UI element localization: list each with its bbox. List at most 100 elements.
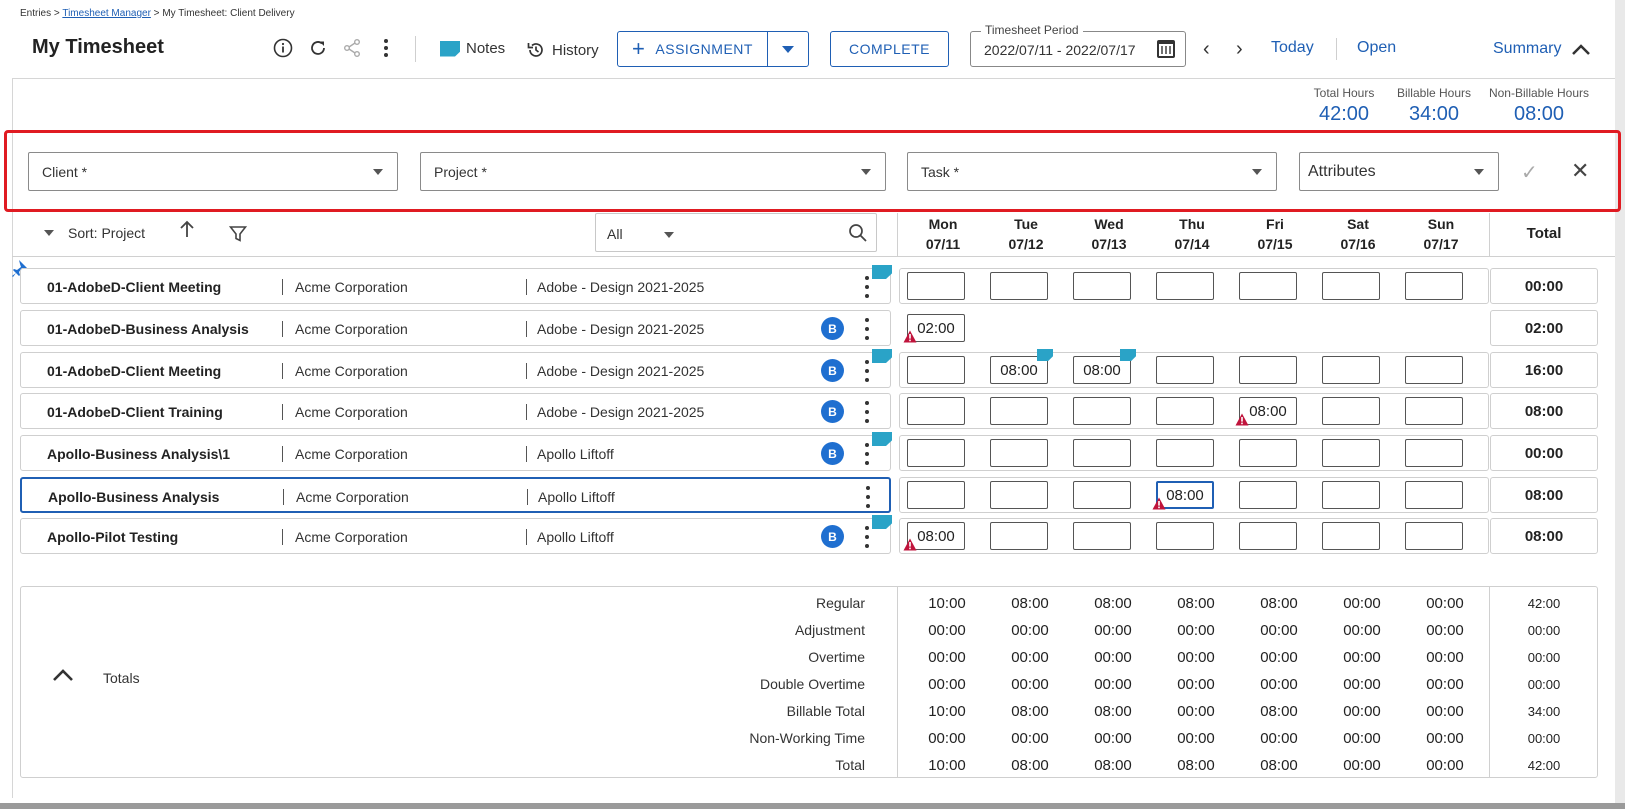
hours-input[interactable]	[1156, 397, 1214, 425]
hours-input[interactable]	[1073, 439, 1131, 467]
hours-input[interactable]	[1322, 272, 1380, 300]
row-more-options-icon[interactable]	[864, 526, 870, 548]
sort-label[interactable]: Sort: Project	[68, 225, 145, 241]
timesheet-row[interactable]: 01-AdobeD-Client Meeting Acme Corporation…	[20, 265, 892, 304]
hours-input[interactable]: 08:00	[990, 349, 1053, 384]
row-more-options-icon[interactable]	[864, 443, 870, 465]
day-name: Thu	[1179, 216, 1205, 232]
warning-icon	[903, 330, 917, 343]
hours-input[interactable]	[1405, 522, 1463, 550]
chevron-down-icon[interactable]	[664, 232, 674, 238]
hours-input[interactable]	[1322, 397, 1380, 425]
hours-input[interactable]	[990, 397, 1048, 425]
summary-toggle[interactable]: Summary	[1493, 40, 1591, 58]
hours-input[interactable]	[907, 356, 965, 384]
filter-icon[interactable]	[228, 225, 248, 243]
hours-input[interactable]	[1322, 356, 1380, 384]
hours-input[interactable]	[990, 481, 1048, 509]
breadcrumb-entries[interactable]: Entries	[20, 8, 51, 19]
totals-cell: 00:00	[1011, 622, 1049, 639]
share-icon[interactable]	[341, 37, 363, 59]
hours-input[interactable]	[990, 272, 1048, 300]
hours-input[interactable]	[1239, 356, 1297, 384]
timesheet-row[interactable]: 01-AdobeD-Client Meeting Acme Corporation…	[20, 349, 892, 388]
complete-button[interactable]: COMPLETE	[830, 31, 949, 67]
hours-input[interactable]	[1322, 481, 1380, 509]
attributes-select[interactable]: Attributes	[1299, 152, 1499, 191]
hours-input[interactable]	[1156, 356, 1214, 384]
hours-input[interactable]	[1073, 522, 1131, 550]
hours-input[interactable]	[1239, 522, 1297, 550]
billable-hours-label: Billable Hours	[1396, 86, 1472, 100]
row-note-icon[interactable]	[872, 265, 892, 279]
project-select[interactable]: Project *	[420, 152, 886, 191]
history-button[interactable]: History	[526, 40, 599, 60]
hours-input[interactable]	[1405, 272, 1463, 300]
task-select[interactable]: Task *	[907, 152, 1277, 191]
hours-input[interactable]	[990, 439, 1048, 467]
hours-input[interactable]	[1073, 397, 1131, 425]
hours-input[interactable]	[907, 481, 965, 509]
more-options-icon[interactable]	[375, 37, 397, 59]
info-icon[interactable]	[272, 37, 294, 59]
hours-input[interactable]	[1405, 439, 1463, 467]
day-header-wed: Wed 07/13	[1067, 214, 1151, 254]
hours-input[interactable]	[907, 397, 965, 425]
search-icon[interactable]	[848, 223, 868, 243]
next-period-icon[interactable]: ›	[1236, 38, 1243, 61]
hours-input[interactable]	[1239, 272, 1297, 300]
row-client-name: Acme Corporation	[282, 404, 408, 420]
timesheet-period-label: Timesheet Period	[981, 23, 1083, 37]
row-more-options-icon[interactable]	[864, 276, 870, 298]
timesheet-row[interactable]: 01-AdobeD-Business Analysis Acme Corporat…	[20, 310, 891, 346]
hours-input[interactable]	[907, 272, 965, 300]
row-note-icon[interactable]	[872, 432, 892, 446]
hours-input[interactable]	[1322, 439, 1380, 467]
hours-input[interactable]	[1405, 356, 1463, 384]
collapse-caret-icon[interactable]	[44, 230, 54, 236]
hours-input[interactable]	[1239, 481, 1297, 509]
refresh-icon[interactable]	[307, 37, 329, 59]
hours-input[interactable]	[1156, 272, 1214, 300]
timesheet-row[interactable]: 01-AdobeD-Client Training Acme Corporatio…	[20, 393, 891, 429]
hours-input[interactable]	[1322, 522, 1380, 550]
timesheet-row[interactable]: Apollo-Pilot Testing Acme Corporation Apol…	[20, 515, 892, 554]
row-more-options-icon[interactable]	[864, 318, 870, 340]
hours-input[interactable]	[1239, 439, 1297, 467]
breadcrumb-timesheet-manager[interactable]: Timesheet Manager	[62, 8, 151, 19]
hours-input[interactable]	[1156, 439, 1214, 467]
notes-button[interactable]: Notes	[440, 40, 505, 57]
hours-input[interactable]	[907, 439, 965, 467]
chevron-down-icon	[373, 169, 383, 175]
hours-input[interactable]	[1405, 397, 1463, 425]
timesheet-row[interactable]: Apollo-Business Analysis Acme Corporation…	[20, 477, 891, 513]
totals-cell: 00:00	[1343, 595, 1381, 612]
close-icon[interactable]: ✕	[1571, 158, 1589, 184]
collapse-totals-icon[interactable]	[52, 662, 74, 688]
open-link[interactable]: Open	[1357, 39, 1396, 57]
timesheet-row[interactable]: Apollo-Business Analysis\1 Acme Corporati…	[20, 432, 892, 471]
sort-direction-icon[interactable]	[178, 219, 196, 245]
totals-row-sum: 42:00	[1527, 596, 1561, 611]
previous-period-icon[interactable]: ‹	[1203, 38, 1210, 61]
hours-input[interactable]	[1405, 481, 1463, 509]
client-select[interactable]: Client *	[28, 152, 398, 191]
row-note-icon[interactable]	[872, 349, 892, 363]
assignment-dropdown-button[interactable]	[768, 32, 808, 66]
timesheet-period-field[interactable]: Timesheet Period 2022/07/11 - 2022/07/17	[970, 23, 1186, 67]
row-more-options-icon[interactable]	[864, 360, 870, 382]
confirm-check-icon[interactable]: ✓	[1521, 160, 1538, 185]
window-shadow-right	[1615, 0, 1625, 809]
hours-input[interactable]	[990, 522, 1048, 550]
today-link[interactable]: Today	[1271, 39, 1314, 57]
hours-input[interactable]	[1073, 481, 1131, 509]
add-assignment-button[interactable]: + ASSIGNMENT	[618, 32, 768, 66]
row-more-options-icon[interactable]	[865, 486, 871, 508]
hours-input[interactable]	[1156, 522, 1214, 550]
row-note-icon[interactable]	[872, 515, 892, 529]
calendar-icon[interactable]	[1157, 40, 1175, 58]
hours-input[interactable]	[1073, 272, 1131, 300]
row-filter-search[interactable]: All	[595, 213, 877, 252]
hours-input[interactable]: 08:00	[1073, 349, 1136, 384]
row-more-options-icon[interactable]	[864, 401, 870, 423]
